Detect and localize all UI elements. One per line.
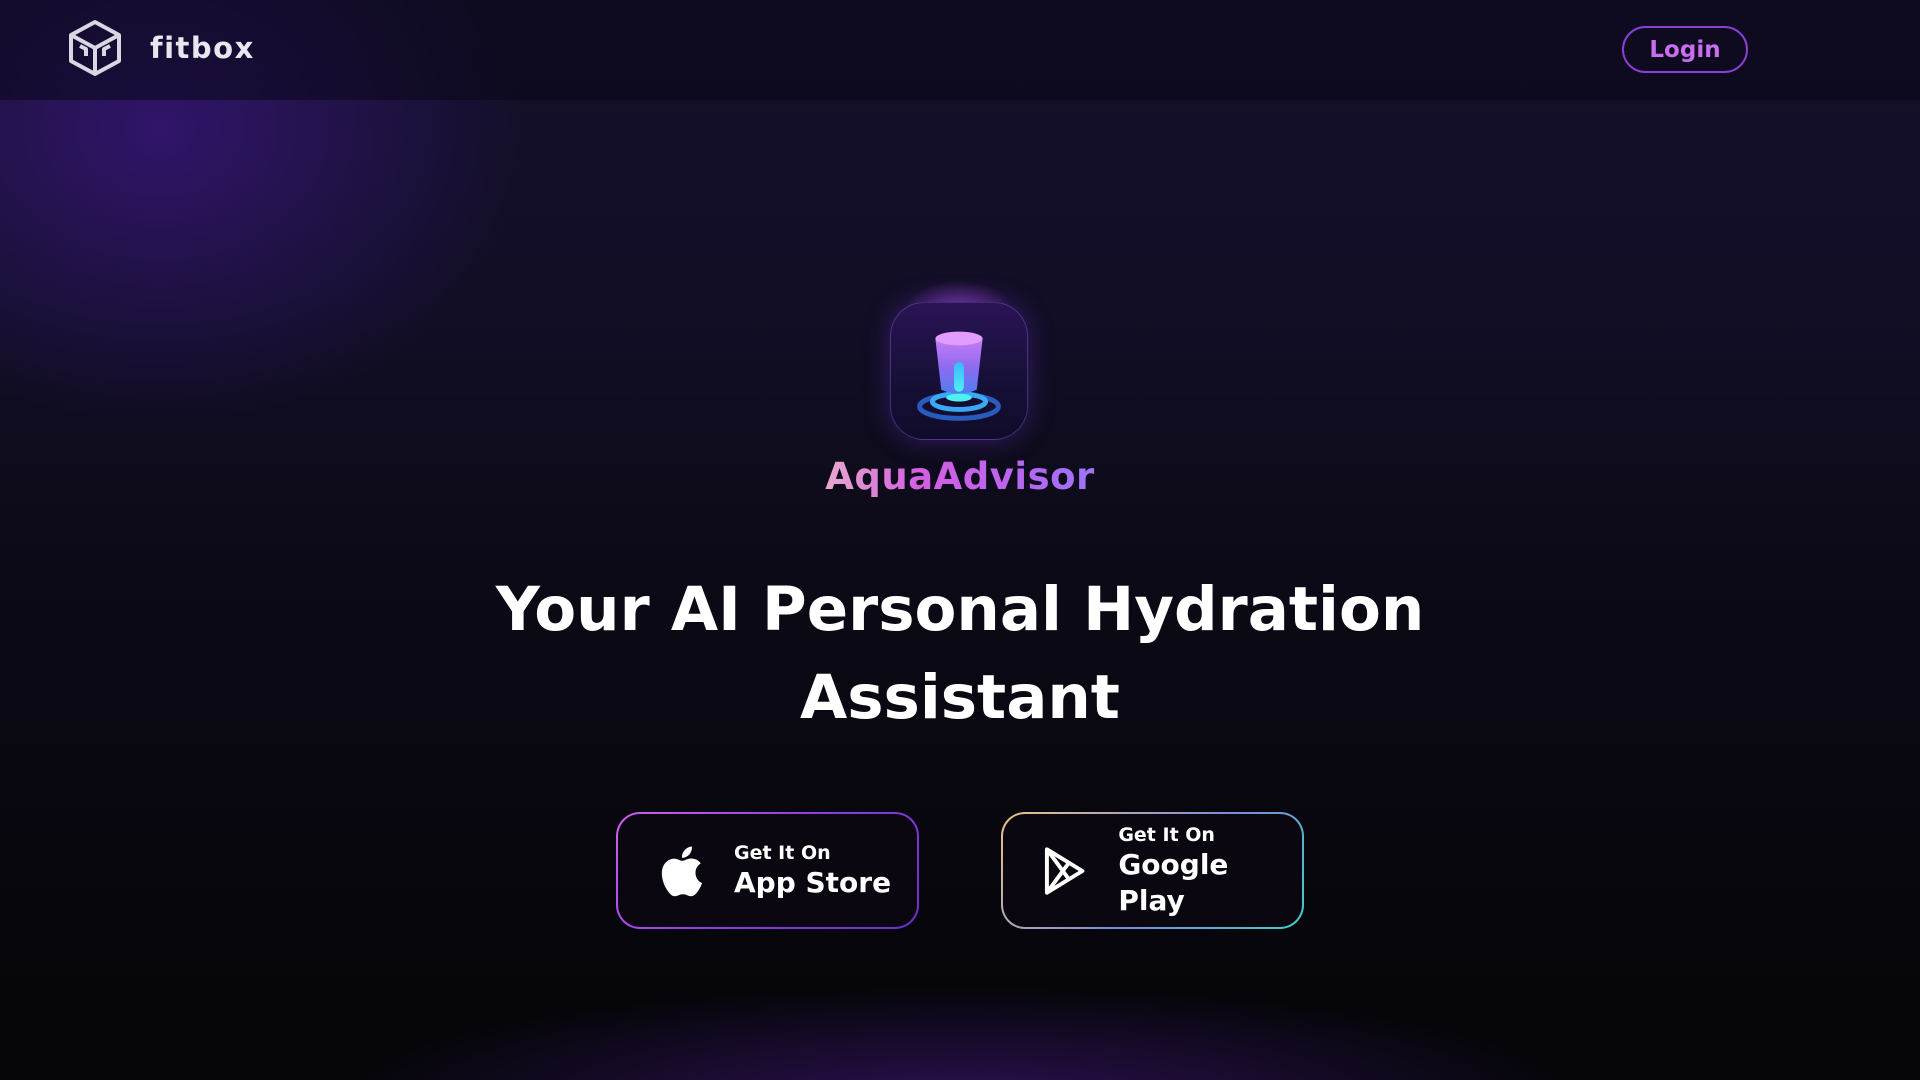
google-play-big-label: Google Play bbox=[1118, 847, 1229, 917]
hero-headline: Your AI Personal Hydration Assistant bbox=[460, 566, 1460, 742]
apple-icon bbox=[661, 846, 702, 896]
headline-line-2: Assistant bbox=[800, 662, 1120, 733]
water-cup-icon bbox=[890, 302, 1028, 440]
play-store-icon bbox=[1044, 846, 1085, 895]
google-play-button-inner: Get It On Google Play bbox=[1003, 814, 1302, 927]
google-play-button[interactable]: Get It On Google Play bbox=[1001, 812, 1304, 929]
app-store-text: Get It On App Store bbox=[734, 841, 891, 901]
app-icon-container bbox=[890, 280, 1028, 440]
app-store-small-label: Get It On bbox=[734, 841, 831, 864]
app-store-button[interactable]: Get It On App Store bbox=[616, 812, 919, 929]
water-cup-graphic bbox=[917, 331, 1001, 421]
app-store-button-inner: Get It On App Store bbox=[618, 814, 917, 927]
hero-section: AquaAdvisor Your AI Personal Hydration A… bbox=[0, 0, 1920, 1080]
app-name: AquaAdvisor bbox=[760, 455, 1160, 498]
google-play-small-label: Get It On bbox=[1118, 823, 1215, 846]
app-store-big-label: App Store bbox=[734, 865, 892, 899]
google-play-text: Get It On Google Play bbox=[1118, 823, 1302, 919]
headline-line-1: Your AI Personal Hydration bbox=[495, 574, 1425, 645]
